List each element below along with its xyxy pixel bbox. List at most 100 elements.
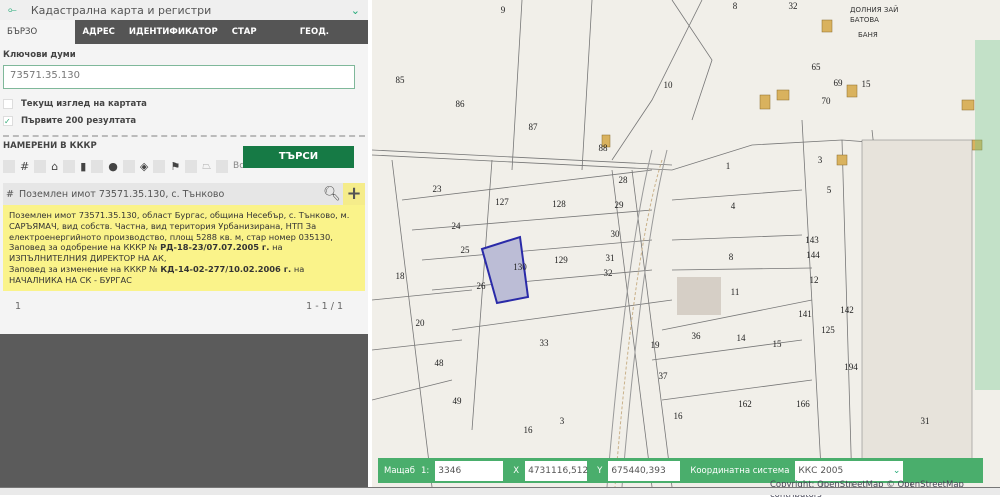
filter-checkbox[interactable] — [63, 159, 76, 173]
parcel-number-label: 31 — [921, 416, 930, 426]
pin-icon: ● — [108, 159, 118, 173]
parcel-number-label: 10 — [664, 80, 674, 90]
result-item[interactable]: # Поземлен имот 73571.35.130, с. Тънково… — [3, 183, 365, 205]
parcel-number-label: 15 — [773, 339, 783, 349]
filter-checkbox[interactable] — [91, 159, 104, 173]
parcel-number-label: 26 — [477, 281, 487, 291]
parcel-number-label: 14 — [737, 333, 747, 343]
filter-checkbox[interactable] — [153, 159, 166, 173]
current-view-checkbox[interactable]: Текущ изглед на картата — [3, 95, 365, 112]
scale-label: Мащаб — [384, 465, 415, 476]
parcel-number-label: 37 — [659, 371, 669, 381]
parcel-number-label: 28 — [619, 175, 629, 185]
search-tabs: БЪРЗО ТЪРСЕНЕ АДРЕС ИДЕНТИФИКАТОР СТАР И… — [0, 20, 368, 61]
parcel-number-label: 19 — [651, 340, 661, 350]
parcel-number-label: 29 — [615, 200, 625, 210]
tab-geodetic-base[interactable]: ГЕОД. ОСНОВА — [293, 20, 368, 61]
parcel-number-label: 33 — [540, 338, 550, 348]
parcel-number-label: 15 — [862, 79, 872, 89]
filter-checkbox[interactable] — [3, 159, 15, 173]
divider — [3, 135, 365, 137]
parcel-number-label: 128 — [552, 199, 566, 209]
result-title: Поземлен имот 73571.35.130, с. Тънково — [18, 188, 225, 200]
current-view-label: Текущ изглед на картата — [21, 98, 147, 109]
parcel-number-label: 48 — [435, 358, 445, 368]
parcel-number-label: 1 — [726, 161, 731, 171]
zoom-to-icon[interactable]: 🔍︎ — [321, 183, 343, 205]
filter-checkbox[interactable] — [185, 159, 198, 173]
grid-icon: # — [6, 188, 14, 200]
left-panel: ⟜ Кадастрална карта и регистри ⌄ БЪРЗО Т… — [0, 0, 368, 487]
parcel-number-label: 30 — [611, 229, 621, 239]
parcel-number-label: 23 — [433, 184, 443, 194]
parcel-number-label: 125 — [821, 325, 835, 335]
chevron-down-icon: ⌄ — [892, 465, 901, 476]
y-label: Y — [597, 465, 603, 476]
map-controls-strip[interactable] — [975, 40, 1000, 390]
first-200-checkbox[interactable]: ✓ Първите 200 резултата — [3, 112, 365, 129]
parcel-number-label: 87 — [529, 122, 539, 132]
crs-label: Координатна система — [690, 465, 790, 476]
parcel-number-label: 32 — [789, 1, 798, 11]
desc-text: Заповед за одобрение на КККР № — [9, 242, 158, 253]
home-icon: ⌂ — [51, 159, 59, 173]
crs-value: ККС 2005 — [798, 465, 844, 476]
tab-quick-search[interactable]: БЪРЗО ТЪРСЕНЕ — [0, 20, 76, 61]
result-description: Поземлен имот 73571.35.130, област Бурга… — [3, 205, 365, 291]
crs-select[interactable]: ККС 2005 ⌄ — [795, 460, 904, 481]
tab-address[interactable]: АДРЕС — [75, 20, 121, 44]
place-label: ДОЛНИЯ ЗАЙ — [850, 5, 898, 14]
parcel-number-label: 11 — [731, 287, 740, 297]
parcel-number-label: 36 — [692, 331, 702, 341]
scale-input[interactable]: 3346 — [435, 460, 504, 481]
filter-checkbox[interactable] — [34, 159, 47, 173]
cadastral-map[interactable]: 9 8 32 85 86 87 10 65 69 15 70 88 1 3 28 127 128 23 29 24 30… — [372, 0, 1000, 487]
parcel-number-label: 129 — [554, 255, 568, 265]
keywords-label: Ключови думи — [3, 50, 76, 60]
desc-text: Заповед за изменение на КККР № — [9, 263, 158, 274]
parcel-number-label: 8 — [733, 1, 738, 11]
parcel-number-label: 24 — [452, 221, 462, 231]
parcel-number-label: 143 — [805, 235, 819, 245]
page-number[interactable]: 1 — [15, 301, 21, 312]
add-icon[interactable]: + — [343, 183, 365, 205]
chevron-down-icon[interactable]: ⌄ — [351, 4, 360, 17]
filter-checkbox[interactable] — [122, 159, 135, 173]
parcel-number-label: 31 — [606, 253, 615, 263]
parcel-number-label: 70 — [822, 96, 832, 106]
keywords-input[interactable]: 73571.35.130 — [3, 65, 355, 89]
parcel-number-label: 142 — [840, 305, 854, 315]
parcel-number-label: 49 — [453, 396, 463, 406]
place-label: БАТОВА — [850, 16, 879, 24]
desc-text: Поземлен имот 73571.35.130, област Бурга… — [9, 210, 350, 242]
parcel-number-label: 20 — [416, 318, 426, 328]
x-input[interactable]: 4731116,512 — [525, 460, 588, 481]
parcel-number-label: 8 — [729, 252, 734, 262]
parcel-number-label: 5 — [827, 185, 832, 195]
tab-identifier[interactable]: ИДЕНТИФИКАТОР — [122, 20, 225, 44]
tab-old-identifier[interactable]: СТАР ИДЕНТ. — [225, 20, 293, 61]
result-range: 1 - 1 / 1 — [306, 300, 343, 312]
y-input[interactable]: 675440,393 — [608, 460, 681, 481]
filter-checkbox-all[interactable] — [216, 159, 229, 173]
order-number: РД-18-23/07.07.2005 г. — [160, 242, 270, 253]
app-selector[interactable]: ⟜ Кадастрална карта и регистри ⌄ — [0, 0, 368, 20]
pager: 1 1 - 1 / 1 — [3, 291, 365, 312]
parcel-number-label: 69 — [834, 78, 844, 88]
share-icon: ⟜ — [8, 3, 17, 16]
map-canvas[interactable]: 9 8 32858687106569 1570881328127 12823292430… — [372, 0, 1000, 487]
parcel-number-label: 4 — [731, 201, 736, 211]
parcel-number-label: 86 — [456, 99, 466, 109]
parcel-number-label: 141 — [798, 309, 812, 319]
search-button[interactable]: ТЪРСИ — [243, 146, 354, 168]
parcel-number-label: 162 — [738, 399, 752, 409]
parcel-number-label: 32 — [604, 268, 613, 278]
parcel-number-label: 9 — [501, 5, 506, 15]
parcel-number-label: 16 — [674, 411, 684, 421]
parcel-number-label: 12 — [810, 275, 819, 285]
parcel-number-label: 127 — [495, 197, 509, 207]
app-title: Кадастрална карта и регистри — [30, 3, 212, 17]
polygon-icon: ⏢ — [202, 159, 212, 172]
flag-icon: ⚑ — [170, 159, 181, 173]
order-number: КД-14-02-277/10.02.2006 г. — [160, 263, 292, 274]
